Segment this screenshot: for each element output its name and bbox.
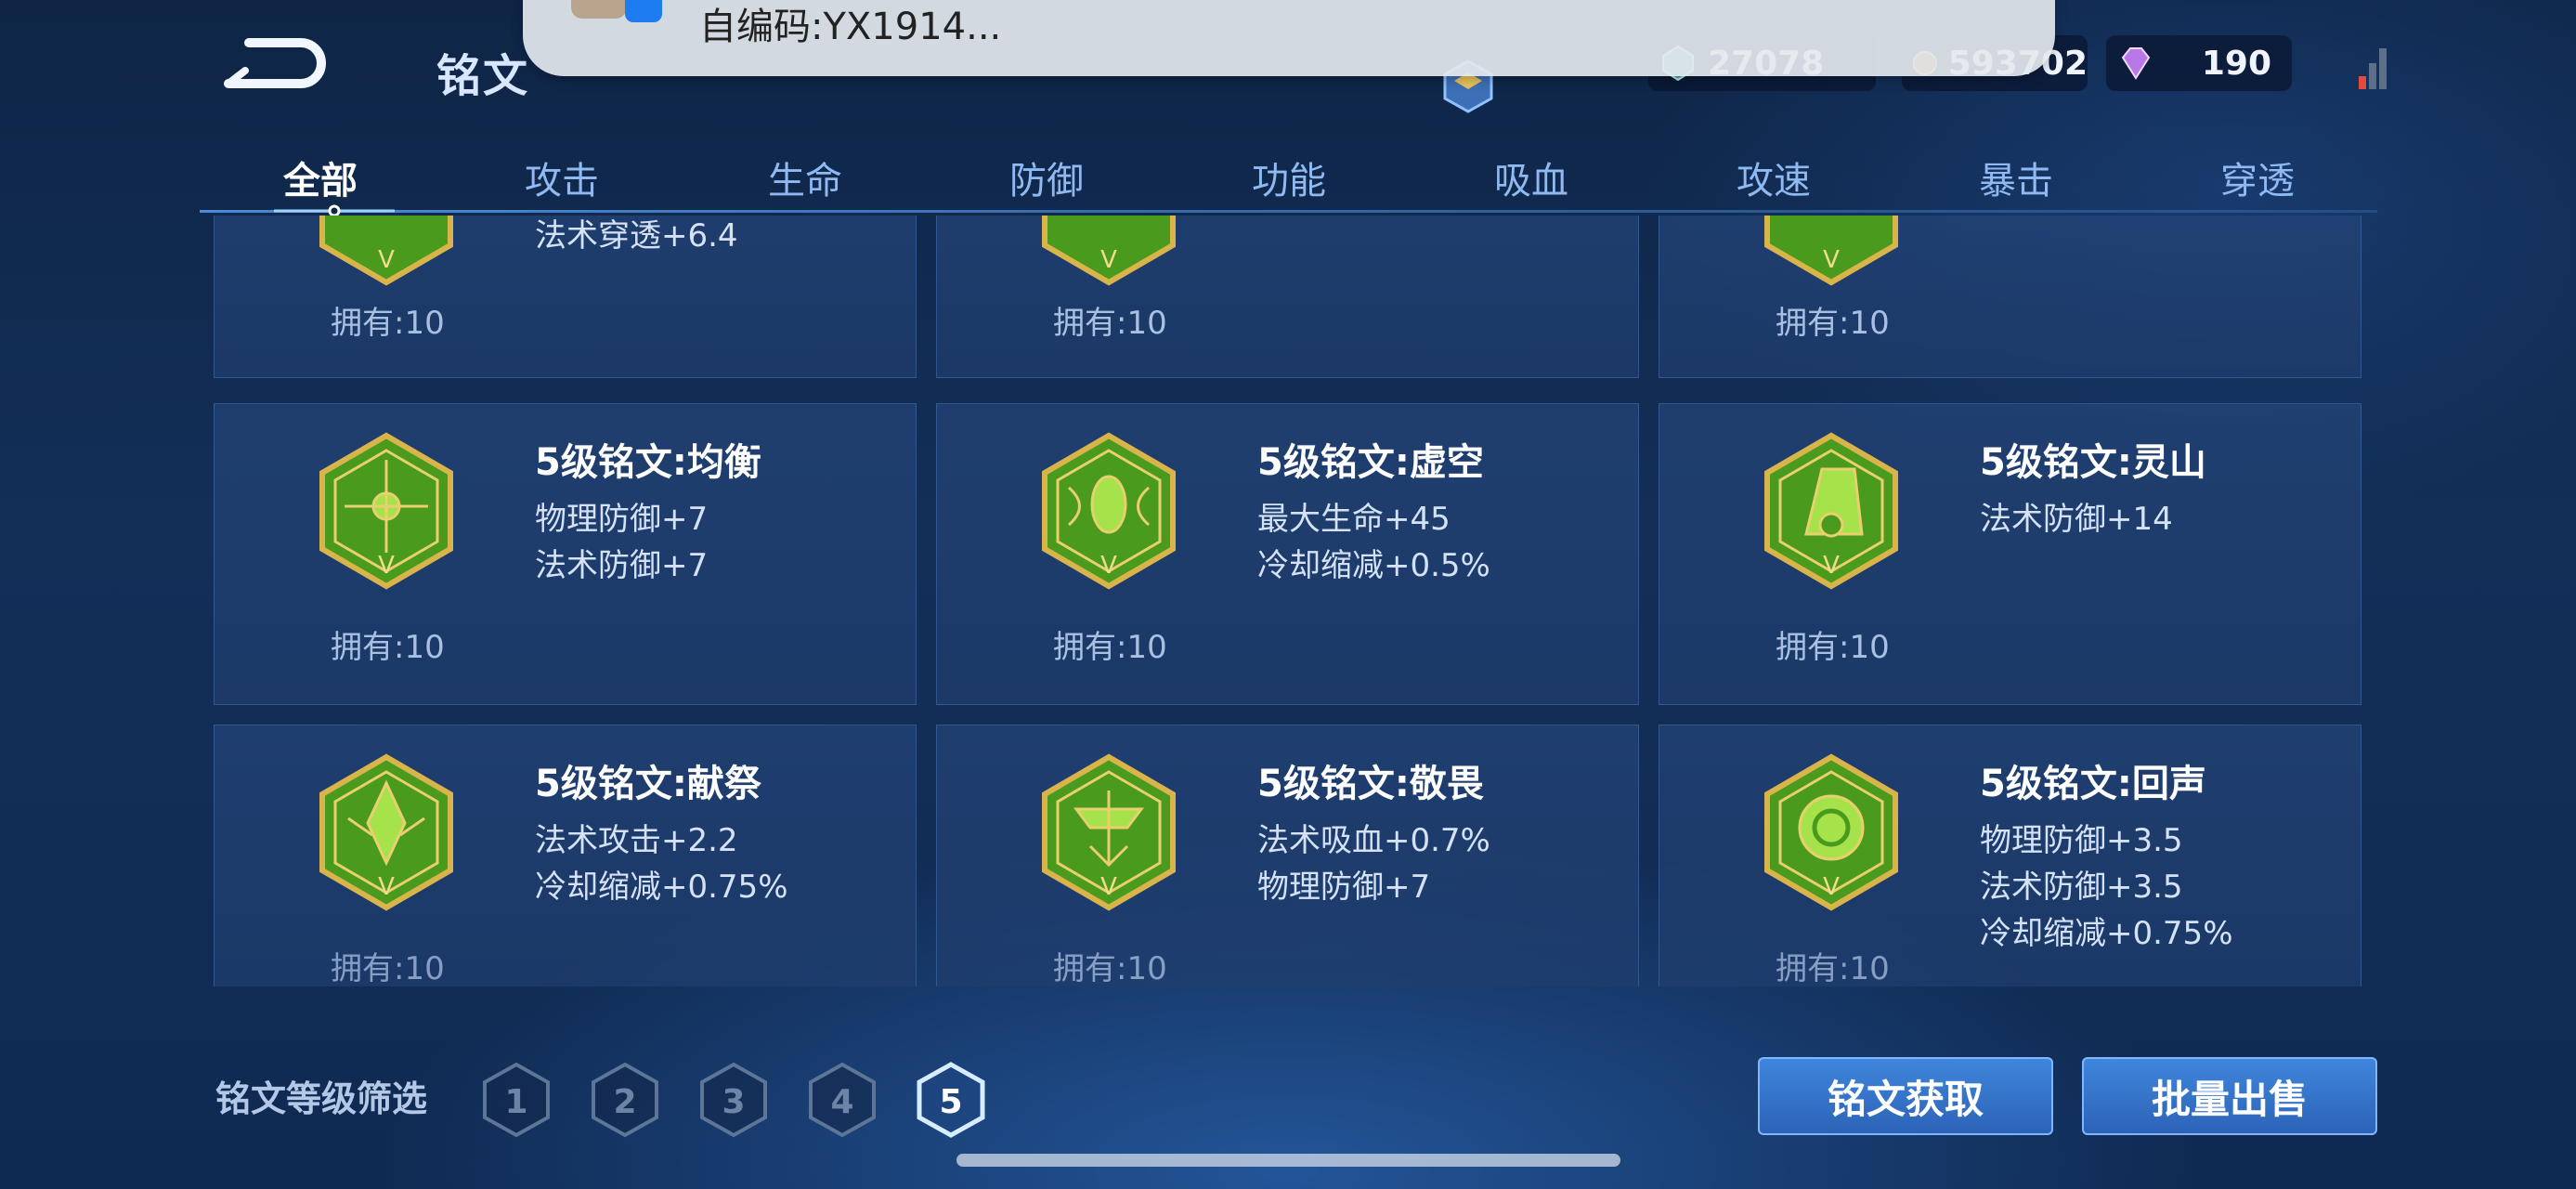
rune-card-balance[interactable]: V 5级铭文:均衡 物理防御+7 法术防御+7 拥有:10 [214, 403, 917, 705]
back-arrow-icon[interactable] [221, 33, 332, 93]
rune-card-void[interactable]: V 5级铭文:虚空 最大生命+45 冷却缩减+0.5% 拥有:10 [936, 403, 1639, 705]
rune-emblem-icon: V [319, 432, 453, 590]
rune-attr: 冷却缩减+0.75% [1980, 915, 2233, 952]
rune-attr: 法术攻击+2.2 [535, 822, 738, 859]
rune-attr: 物理防御+7 [1257, 869, 1431, 906]
level-filter-3[interactable]: 3 [698, 1062, 769, 1138]
rune-attr: 法术防御+3.5 [1980, 869, 2183, 906]
diamond-icon [2121, 47, 2151, 80]
rune-card-echo[interactable]: V 5级铭文:回声 物理防御+3.5 法术防御+3.5 冷却缩减+0.75% 拥… [1659, 725, 2361, 986]
network-signal-icon [2359, 48, 2387, 89]
tab-utility[interactable]: 功能 [1205, 150, 1373, 204]
rune-title: 5级铭文:敬畏 [1257, 763, 1484, 805]
tab-all[interactable]: 全部 [237, 150, 404, 204]
avatar [571, 0, 627, 19]
level-filter-2[interactable]: 2 [590, 1062, 660, 1138]
rune-card-sacrifice[interactable]: V 5级铭文:献祭 法术攻击+2.2 冷却缩减+0.75% 拥有:10 [214, 725, 917, 986]
category-tabs: 全部 攻击 生命 防御 功能 吸血 攻速 暴击 穿透 [200, 139, 2377, 217]
rune-acquire-button[interactable]: 铭文获取 [1758, 1057, 2053, 1135]
bulk-sell-button[interactable]: 批量出售 [2082, 1057, 2377, 1135]
rune-title: 5级铭文:虚空 [1257, 441, 1484, 484]
rune-attr: 物理防御+7 [535, 501, 709, 538]
owned-count: 拥有:10 [1053, 950, 1167, 986]
rune-emblem-icon: V [1764, 216, 1898, 286]
tab-defense[interactable]: 防御 [963, 150, 1130, 204]
diamond-resource: 190 [2106, 35, 2292, 91]
svg-text:V: V [378, 552, 395, 580]
notification-banner[interactable]: 自编码:YX1914... [523, 0, 2055, 76]
tab-penetration[interactable]: 穿透 [2174, 150, 2341, 204]
rune-card[interactable]: V 拥有:10 [936, 216, 1639, 378]
rune-title: 5级铭文:灵山 [1980, 441, 2206, 484]
owned-count: 拥有:10 [331, 629, 445, 666]
tab-critical[interactable]: 暴击 [1932, 150, 2100, 204]
rune-card-spirit-mountain[interactable]: V 5级铭文:灵山 法术防御+14 拥有:10 [1659, 403, 2361, 705]
level-filter-label: 铭文等级筛选 [215, 1078, 428, 1119]
level-filter-1[interactable]: 1 [481, 1062, 552, 1138]
tab-attack[interactable]: 攻击 [478, 150, 645, 204]
tab-attack-speed[interactable]: 攻速 [1690, 150, 1857, 204]
rune-emblem-icon: V [1042, 432, 1176, 590]
tab-health[interactable]: 生命 [722, 150, 889, 204]
level-number: 3 [722, 1083, 745, 1121]
rune-title: 5级铭文:献祭 [535, 763, 761, 805]
owned-count: 拥有:10 [331, 950, 445, 986]
level-filter-4[interactable]: 4 [807, 1062, 878, 1138]
home-indicator[interactable] [956, 1154, 1620, 1167]
rune-grid: V 法术穿透+6.4 拥有:10 V 拥有:10 V 拥有:10 V 5级铭文:… [214, 216, 2363, 986]
rune-emblem-icon: V [319, 753, 453, 911]
rune-attr: 冷却缩减+0.75% [535, 869, 788, 906]
tab-divider [200, 210, 2377, 213]
owned-count: 拥有:10 [331, 305, 445, 342]
svg-text:V: V [1823, 552, 1840, 580]
level-filter-5[interactable]: 5 [916, 1062, 986, 1138]
rune-attr: 法术防御+14 [1980, 501, 2173, 538]
rune-attr: 最大生命+45 [1257, 501, 1451, 538]
rune-title: 5级铭文:均衡 [535, 441, 761, 484]
svg-text:V: V [378, 873, 395, 901]
level-number: 4 [830, 1083, 853, 1121]
rune-emblem-icon: V [1764, 432, 1898, 590]
level-number: 5 [939, 1083, 962, 1121]
tab-lifesteal[interactable]: 吸血 [1448, 150, 1615, 204]
level-number: 1 [504, 1083, 527, 1121]
svg-text:V: V [1823, 246, 1840, 274]
owned-count: 拥有:10 [1053, 305, 1167, 342]
rune-attr: 法术吸血+0.7% [1257, 822, 1490, 859]
svg-text:V: V [1100, 873, 1117, 901]
svg-text:V: V [1100, 246, 1117, 274]
rune-card[interactable]: V 法术穿透+6.4 拥有:10 [214, 216, 917, 378]
app-icon [625, 0, 662, 22]
diamond-value: 190 [2201, 44, 2271, 83]
rune-attr: 法术穿透+6.4 [535, 217, 738, 255]
owned-count: 拥有:10 [1776, 629, 1890, 666]
rune-attr: 法术防御+7 [535, 547, 709, 584]
rune-emblem-icon: V [319, 216, 453, 286]
rune-attr: 物理防御+3.5 [1980, 822, 2183, 859]
notification-text: 自编码:YX1914... [699, 6, 1002, 48]
rune-emblem-icon: V [1764, 753, 1898, 911]
rune-card-awe[interactable]: V 5级铭文:敬畏 法术吸血+0.7% 物理防御+7 拥有:10 [936, 725, 1639, 986]
owned-count: 拥有:10 [1776, 950, 1890, 986]
rune-title: 5级铭文:回声 [1980, 763, 2206, 805]
owned-count: 拥有:10 [1776, 305, 1890, 342]
rune-emblem-icon: V [1042, 753, 1176, 911]
rune-card[interactable]: V 拥有:10 [1659, 216, 2361, 378]
svg-text:V: V [378, 246, 395, 274]
level-number: 2 [613, 1083, 636, 1121]
svg-text:V: V [1823, 873, 1840, 901]
rune-emblem-icon: V [1042, 216, 1176, 286]
page-title: 铭文 [436, 50, 530, 102]
svg-text:V: V [1100, 552, 1117, 580]
rune-attr: 冷却缩减+0.5% [1257, 547, 1490, 584]
owned-count: 拥有:10 [1053, 629, 1167, 666]
